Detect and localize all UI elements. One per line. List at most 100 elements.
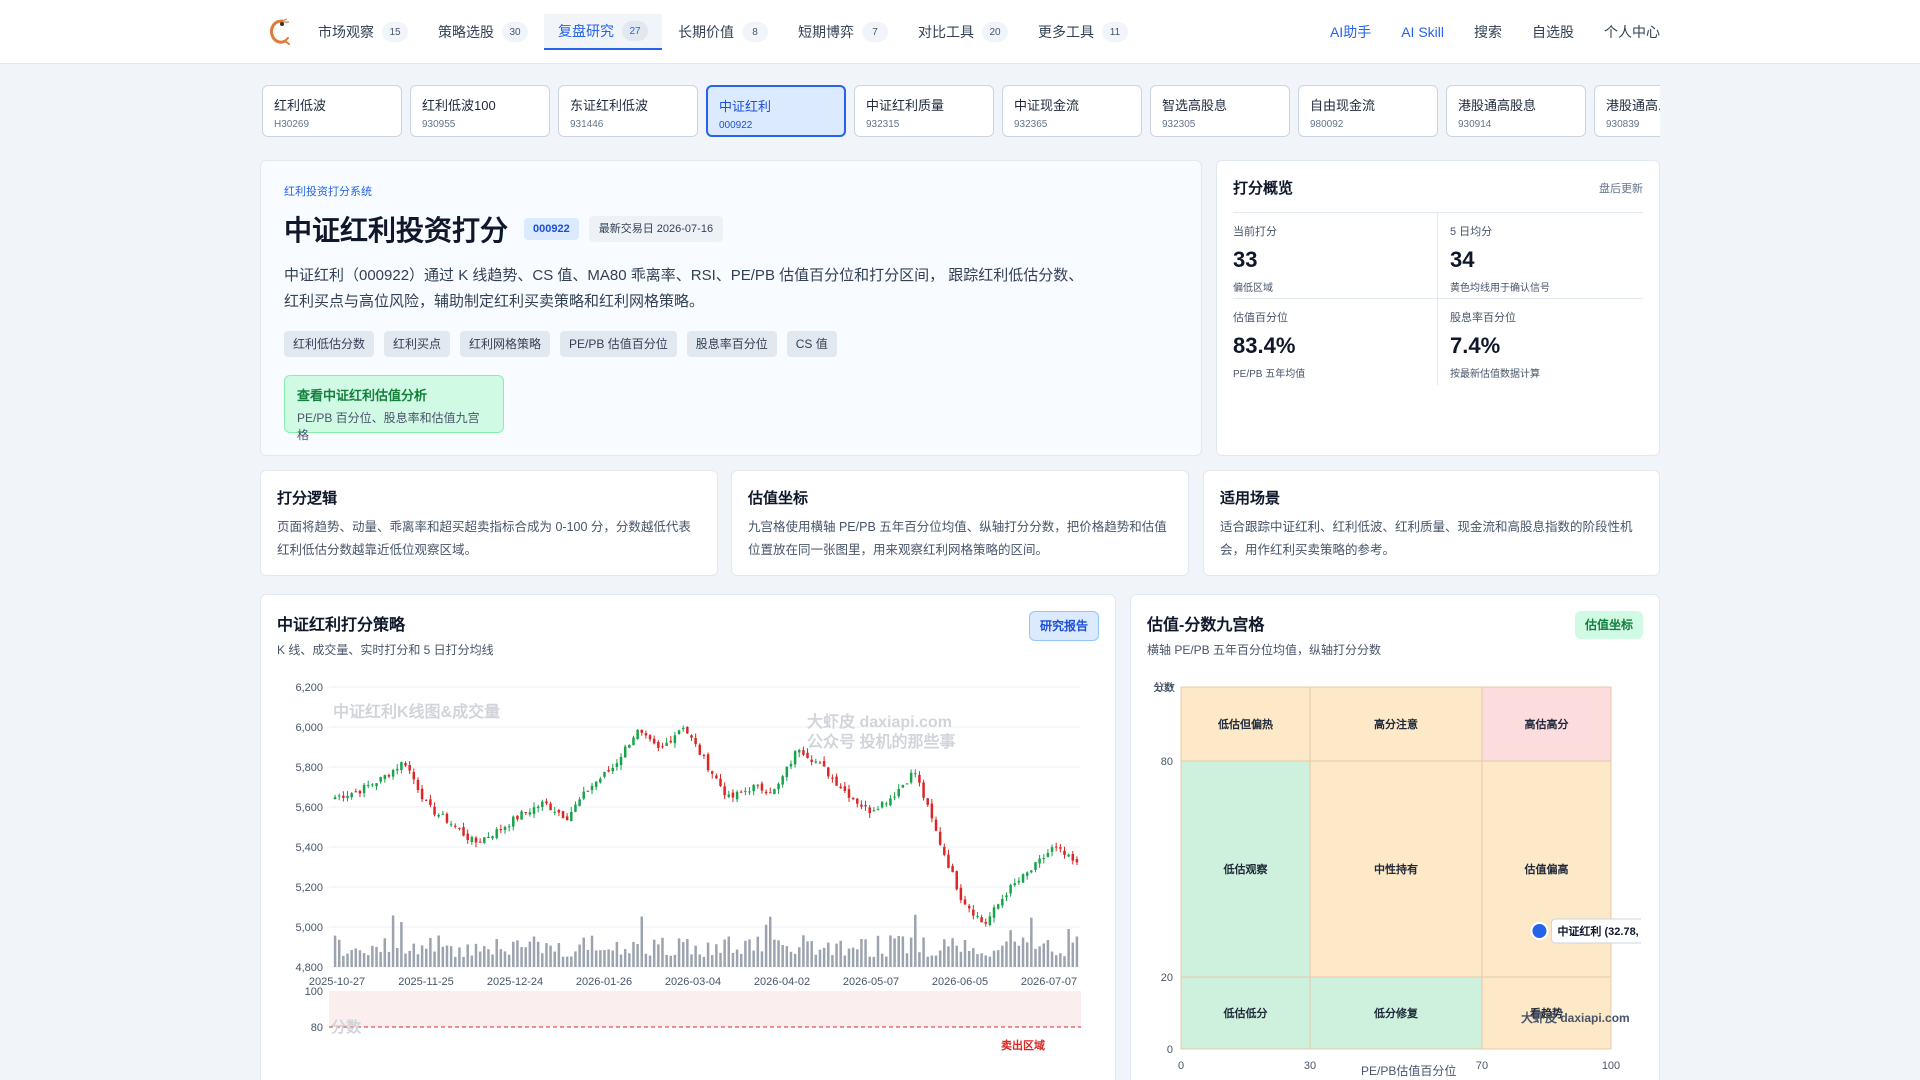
kline-y-tick: 4,800 xyxy=(295,962,323,974)
grid-x-tick: 100 xyxy=(1602,1060,1620,1072)
candle-body xyxy=(623,746,627,758)
volume-bar xyxy=(690,954,693,967)
watermark-site: 大虾皮 daxiapi.com xyxy=(807,712,952,731)
keyword-tag[interactable]: 红利低估分数 xyxy=(284,331,375,357)
overview-metric-label: 估值百分位 xyxy=(1233,312,1288,324)
index-tab-931446[interactable]: 东证红利低波 931446 xyxy=(558,85,698,137)
volume-bar xyxy=(889,935,892,967)
top-navbar: 市场观察 15 策略选股 30 复盘研究 27 长期价值 8 短期博弈 7 对比工具 20 更多工具 11… xyxy=(0,0,1920,64)
valuation-coordinate-button[interactable]: 估值坐标 xyxy=(1574,611,1643,639)
shrimp-logo-icon[interactable] xyxy=(266,18,292,46)
index-tab-932365[interactable]: 中证现金流 932365 xyxy=(1002,85,1142,137)
volume-bar xyxy=(822,947,826,967)
info-card-desc: 适合跟踪中证红利、红利低波、红利质量、现金流和高股息指数的阶段性机会，用作红利买… xyxy=(1220,520,1633,557)
candle-body xyxy=(1050,847,1054,852)
info-card-logic: 打分逻辑 页面将趋势、动量、乖离率和超买超卖指标合成为 0-100 分，分数越低… xyxy=(260,470,718,576)
nav-item-5[interactable]: 对比工具 20 xyxy=(904,14,1022,50)
index-tab-932305[interactable]: 智选高股息 932305 xyxy=(1150,85,1290,137)
volume-bar xyxy=(652,939,656,967)
candle-body xyxy=(988,916,992,925)
index-tab-H30269[interactable]: 红利低波 H30269 xyxy=(262,85,402,137)
hero-kicker: 红利投资打分系统 xyxy=(284,186,372,198)
candle-body xyxy=(992,907,996,918)
kline-x-tick: 2026-01-26 xyxy=(576,976,632,988)
candle-body xyxy=(885,803,888,805)
index-tab-932315[interactable]: 中证红利质量 932315 xyxy=(854,85,994,137)
volume-bar xyxy=(478,951,482,967)
keyword-tag[interactable]: PE/PB 估值百分位 xyxy=(560,331,677,357)
nav-item-1[interactable]: 策略选股 30 xyxy=(424,14,542,50)
volume-bar xyxy=(681,942,685,967)
index-tab-980092[interactable]: 自由现金流 980092 xyxy=(1298,85,1438,137)
candle-body xyxy=(781,776,784,785)
candle-body xyxy=(379,777,382,782)
candle-body xyxy=(860,804,863,807)
valuation-analysis-button[interactable]: 查看中证红利估值分析 PE/PB 百分位、股息率和估值九宫格 xyxy=(284,375,504,442)
nav-right-link-1[interactable]: AI Skill xyxy=(1401,14,1444,50)
keyword-tags: 红利低估分数 红利买点 红利网格策略 PE/PB 估值百分位 股息率百分位 CS 值 xyxy=(284,331,1178,357)
volume-bar xyxy=(831,955,834,967)
nav-right-link-4[interactable]: 个人中心 xyxy=(1604,14,1660,50)
kline-chart[interactable]: 4,800 5,000 5,200 5,400 5,600 5,800 6,000 6,200… xyxy=(271,677,1095,1080)
index-tab-000922[interactable]: 中证红利 000922 xyxy=(706,85,846,137)
keyword-tag[interactable]: 红利网格策略 xyxy=(460,331,551,357)
overview-metrics-grid: 当前打分 33 偏低区域 5 日均分 34 黄色均线用于确认信号 估值百分位 83.4% PE/… xyxy=(1233,212,1643,385)
volume-bar xyxy=(963,939,967,967)
candle-body xyxy=(391,769,395,777)
index-tab-930839[interactable]: 港股通高... 930839 xyxy=(1594,85,1660,137)
candle-body xyxy=(1038,858,1041,864)
nav-right-link-2[interactable]: 搜索 xyxy=(1474,14,1502,50)
grid-zone-label: 低估低分 xyxy=(1223,1006,1268,1020)
candle-body xyxy=(503,826,507,830)
volume-bar xyxy=(524,947,527,967)
candle-body xyxy=(516,815,519,820)
info-card-title: 估值坐标 xyxy=(748,490,809,507)
volume-bar xyxy=(636,944,639,967)
candle-body xyxy=(449,823,453,825)
candle-body xyxy=(425,799,428,801)
candle-body xyxy=(702,755,706,757)
nav-right-link-3[interactable]: 自选股 xyxy=(1532,14,1574,50)
volume-bar xyxy=(715,944,718,967)
candle-body xyxy=(698,744,702,755)
research-report-button[interactable]: 研究报告 xyxy=(1028,611,1099,641)
candle-body xyxy=(686,726,689,734)
candle-body xyxy=(814,761,818,763)
volume-bar xyxy=(893,938,896,967)
candle-body xyxy=(847,789,851,798)
candle-body xyxy=(777,783,780,790)
volume-bar xyxy=(686,939,689,967)
volume-bar xyxy=(648,955,652,967)
index-tab-930914[interactable]: 港股通高股息 930914 xyxy=(1446,85,1586,137)
index-tab-name: 智选高股息 xyxy=(1162,98,1228,113)
candle-body xyxy=(661,746,664,748)
nav-right-link-0[interactable]: AI助手 xyxy=(1330,14,1371,50)
nav-item-4[interactable]: 短期博弈 7 xyxy=(784,14,902,50)
nav-item-0[interactable]: 市场观察 15 xyxy=(304,14,422,50)
grid-zone-label: 低估但偏热 xyxy=(1217,717,1273,731)
candle-body xyxy=(445,813,449,823)
volume-bar xyxy=(371,945,374,967)
index-code-badge: 000922 xyxy=(524,218,579,240)
candle-body xyxy=(918,774,921,783)
grid-y-tick: 100 xyxy=(1155,682,1173,694)
volume-bar xyxy=(333,935,337,967)
candle-body xyxy=(673,735,677,744)
candle-body xyxy=(876,809,880,811)
nav-item-label: 对比工具 xyxy=(918,24,974,40)
candle-body xyxy=(669,740,673,743)
nav-item-2[interactable]: 复盘研究 27 xyxy=(544,14,662,50)
keyword-tag[interactable]: CS 值 xyxy=(786,331,837,357)
keyword-tag[interactable]: 股息率百分位 xyxy=(686,331,777,357)
valuation-score-grid-chart[interactable]: 分数 低估但偏热 高分注意 高估高分低估观察 中性持有 估值偏高低估低分 低分修复 看趋势 … xyxy=(1141,667,1641,1077)
volume-bar xyxy=(599,950,602,967)
candle-body xyxy=(1025,872,1029,876)
score-y-tick: 100 xyxy=(305,986,323,998)
nav-item-3[interactable]: 长期价值 8 xyxy=(664,14,782,50)
grid-point-marker[interactable] xyxy=(1530,921,1549,940)
keyword-tag[interactable]: 红利买点 xyxy=(384,331,451,357)
nav-item-6[interactable]: 更多工具 11 xyxy=(1024,14,1142,50)
candle-body xyxy=(582,791,585,799)
index-tab-930955[interactable]: 红利低波100 930955 xyxy=(410,85,550,137)
watermark-wechat: 公众号 投机的那些事 xyxy=(807,732,955,751)
